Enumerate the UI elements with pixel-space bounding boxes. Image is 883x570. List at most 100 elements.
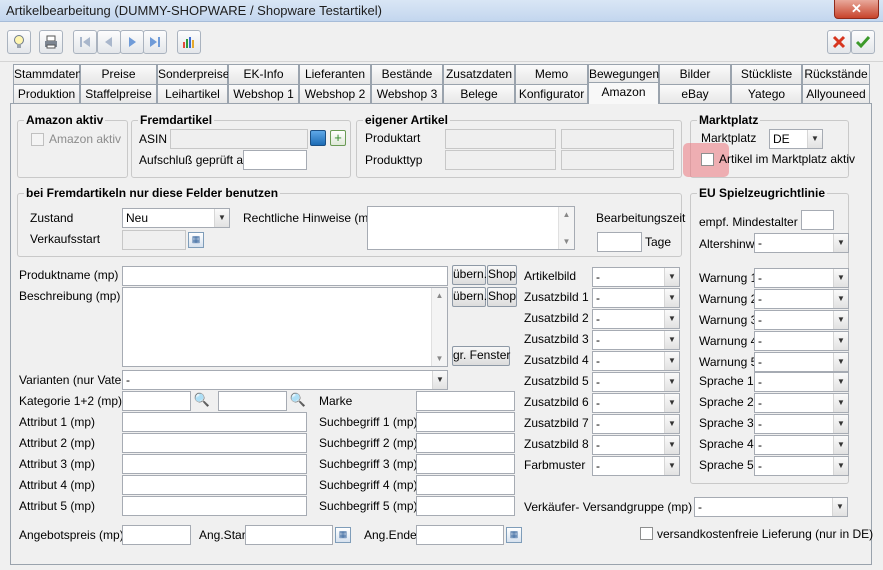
amazon-aktiv-checkbox[interactable] bbox=[31, 133, 44, 146]
versandkostenfrei-checkbox[interactable] bbox=[640, 527, 653, 540]
zusatzbild-8-select[interactable]: - ▼ bbox=[592, 435, 680, 455]
ok-check-icon[interactable] bbox=[851, 30, 875, 54]
calendar-icon[interactable]: ▦ bbox=[188, 232, 204, 248]
suchbegriff-5-input[interactable] bbox=[416, 496, 515, 516]
scrollbar[interactable]: ▲ ▼ bbox=[558, 207, 574, 249]
produkttyp-input[interactable] bbox=[445, 150, 556, 170]
first-record-icon[interactable] bbox=[73, 30, 97, 54]
zusatzbild-2-select[interactable]: - ▼ bbox=[592, 309, 680, 329]
previous-record-icon[interactable] bbox=[97, 30, 121, 54]
marktplatz-aktiv-checkbox[interactable] bbox=[701, 153, 714, 166]
beschreibung-textarea[interactable]: ▲ ▼ bbox=[122, 287, 448, 367]
angebotspreis-input[interactable] bbox=[122, 525, 191, 545]
aufschluss-input[interactable] bbox=[243, 150, 307, 170]
tab-staffelpreise[interactable]: Staffelpreise bbox=[80, 84, 157, 104]
ang-start-input[interactable] bbox=[245, 525, 333, 545]
tab-leihartikel[interactable]: Leihartikel bbox=[157, 84, 228, 104]
suchbegriff-3-input[interactable] bbox=[416, 454, 515, 474]
globe-icon[interactable] bbox=[310, 130, 326, 146]
sprache-4-select[interactable]: - ▼ bbox=[754, 435, 849, 455]
suchbegriff-2-input[interactable] bbox=[416, 433, 515, 453]
tab-webshop-3[interactable]: Webshop 3 bbox=[371, 84, 443, 104]
suchbegriff-4-input[interactable] bbox=[416, 475, 515, 495]
tab-stueckliste[interactable]: Stückliste bbox=[731, 64, 802, 84]
shop-produktname-button[interactable]: Shop bbox=[487, 265, 517, 285]
calendar-icon[interactable]: ▦ bbox=[335, 527, 351, 543]
attribut-3-input[interactable] bbox=[122, 454, 307, 474]
tab-bestaende[interactable]: Bestände bbox=[371, 64, 443, 84]
suchbegriff-1-input[interactable] bbox=[416, 412, 515, 432]
tab-webshop-2[interactable]: Webshop 2 bbox=[299, 84, 371, 104]
tab-rueckstaende[interactable]: Rückstände bbox=[802, 64, 870, 84]
bearbeitungszeit-input[interactable] bbox=[597, 232, 642, 252]
kategorie-1-input[interactable] bbox=[122, 391, 191, 411]
search-icon[interactable]: 🔍 bbox=[289, 391, 307, 409]
varianten-select[interactable]: - ▼ bbox=[122, 370, 448, 390]
warnung-2-select[interactable]: - ▼ bbox=[754, 289, 849, 309]
lightbulb-icon[interactable] bbox=[7, 30, 31, 54]
tab-preise[interactable]: Preise bbox=[80, 64, 157, 84]
attribut-1-input[interactable] bbox=[122, 412, 307, 432]
tab-bewegungen[interactable]: Bewegungen bbox=[588, 64, 659, 84]
artikelbild-select[interactable]: - ▼ bbox=[592, 267, 680, 287]
next-record-icon[interactable] bbox=[120, 30, 144, 54]
attribut-2-input[interactable] bbox=[122, 433, 307, 453]
scrollbar[interactable]: ▲ ▼ bbox=[431, 288, 447, 366]
search-icon[interactable]: 🔍 bbox=[193, 391, 211, 409]
tab-produktion[interactable]: Produktion bbox=[13, 84, 80, 104]
farbmuster-select[interactable]: - ▼ bbox=[592, 456, 680, 476]
printer-icon[interactable] bbox=[39, 30, 63, 54]
shop-beschreibung-button[interactable]: Shop bbox=[487, 287, 517, 307]
mindestalter-input[interactable] bbox=[801, 210, 834, 230]
zusatzbild-7-select[interactable]: - ▼ bbox=[592, 414, 680, 434]
tab-ebay[interactable]: eBay bbox=[659, 84, 731, 104]
produktart-input-2[interactable] bbox=[561, 129, 674, 149]
attribut-5-input[interactable] bbox=[122, 496, 307, 516]
zustand-select[interactable]: Neu ▼ bbox=[122, 208, 230, 228]
tab-zusatzdaten[interactable]: Zusatzdaten bbox=[443, 64, 515, 84]
sprache-1-select[interactable]: - ▼ bbox=[754, 372, 849, 392]
altershinw-select[interactable]: - ▼ bbox=[754, 233, 849, 253]
zusatzbild-3-select[interactable]: - ▼ bbox=[592, 330, 680, 350]
calendar-icon[interactable]: ▦ bbox=[506, 527, 522, 543]
sprache-3-select[interactable]: - ▼ bbox=[754, 414, 849, 434]
add-icon[interactable]: + bbox=[330, 130, 346, 146]
tab-amazon[interactable]: Amazon bbox=[588, 82, 659, 104]
zusatzbild-1-select[interactable]: - ▼ bbox=[592, 288, 680, 308]
tab-allyouneed[interactable]: Allyouneed bbox=[802, 84, 870, 104]
last-record-icon[interactable] bbox=[143, 30, 167, 54]
marke-input[interactable] bbox=[416, 391, 515, 411]
uebern-beschreibung-button[interactable]: übern. bbox=[452, 287, 487, 307]
tab-stammdaten[interactable]: Stammdaten bbox=[13, 64, 82, 84]
tab-webshop-1[interactable]: Webshop 1 bbox=[228, 84, 299, 104]
warnung-3-select[interactable]: - ▼ bbox=[754, 310, 849, 330]
marktplatz-select[interactable]: DE ▼ bbox=[769, 129, 823, 149]
cancel-x-icon[interactable] bbox=[827, 30, 851, 54]
tab-lieferanten[interactable]: Lieferanten bbox=[299, 64, 371, 84]
zusatzbild-4-select[interactable]: - ▼ bbox=[592, 351, 680, 371]
gr-fenster-button[interactable]: gr. Fenster bbox=[452, 346, 510, 366]
rechtliche-hinweise-textarea[interactable]: ▲ ▼ bbox=[367, 206, 575, 250]
tab-sonderpreise[interactable]: Sonderpreise bbox=[157, 64, 229, 84]
tab-ek-info[interactable]: EK-Info bbox=[228, 64, 299, 84]
zusatzbild-6-select[interactable]: - ▼ bbox=[592, 393, 680, 413]
statistics-chart-icon[interactable] bbox=[177, 30, 201, 54]
asin-input[interactable] bbox=[170, 129, 308, 149]
produkttyp-input-2[interactable] bbox=[561, 150, 674, 170]
tab-bilder[interactable]: Bilder bbox=[659, 64, 731, 84]
warnung-5-select[interactable]: - ▼ bbox=[754, 352, 849, 372]
produktname-input[interactable] bbox=[122, 266, 448, 286]
ang-ende-input[interactable] bbox=[416, 525, 504, 545]
sprache-2-select[interactable]: - ▼ bbox=[754, 393, 849, 413]
tab-memo[interactable]: Memo bbox=[515, 64, 588, 84]
attribut-4-input[interactable] bbox=[122, 475, 307, 495]
kategorie-2-input[interactable] bbox=[218, 391, 287, 411]
zusatzbild-5-select[interactable]: - ▼ bbox=[592, 372, 680, 392]
verkaufsstart-input[interactable] bbox=[122, 230, 186, 250]
versandgruppe-select[interactable]: - ▼ bbox=[694, 497, 848, 517]
tab-konfigurator[interactable]: Konfigurator bbox=[515, 84, 588, 104]
sprache-5-select[interactable]: - ▼ bbox=[754, 456, 849, 476]
produktart-input[interactable] bbox=[445, 129, 556, 149]
uebern-produktname-button[interactable]: übern. bbox=[452, 265, 487, 285]
tab-belege[interactable]: Belege bbox=[443, 84, 515, 104]
